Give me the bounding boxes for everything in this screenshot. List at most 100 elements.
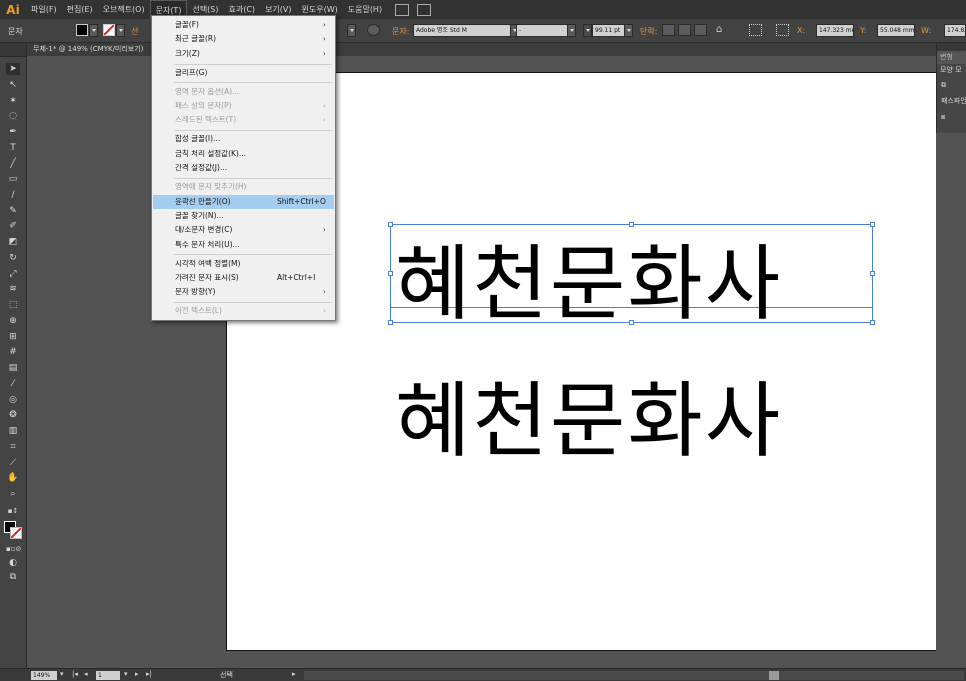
handle-middle-right[interactable] xyxy=(870,271,875,276)
handle-bottom-left[interactable] xyxy=(388,320,393,325)
menu-item-area-type-options[interactable]: 영역 문자 옵션(A)... xyxy=(153,85,334,99)
menu-file[interactable]: 파일(F) xyxy=(26,0,62,19)
last-artboard-icon[interactable]: ▸| xyxy=(146,670,152,678)
previous-artboard-icon[interactable]: ◂ xyxy=(84,670,88,678)
blend-tool-icon[interactable]: ◎ xyxy=(6,394,20,406)
font-style-dropdown[interactable] xyxy=(567,24,576,37)
menu-item-smart-punctuation[interactable]: 특수 문자 처리(U)... xyxy=(153,238,334,252)
fill-dropdown[interactable] xyxy=(89,24,98,37)
reference-point-icon[interactable] xyxy=(776,24,789,36)
stroke-dropdown[interactable] xyxy=(116,24,125,37)
menu-item-find-font[interactable]: 글꼴 찾기(N)... xyxy=(153,209,334,223)
zoom-tool-icon[interactable]: ⌕ xyxy=(6,488,20,500)
eyedropper-tool-icon[interactable]: ⁄ xyxy=(6,378,20,390)
screen-mode-icon[interactable]: ⧉ xyxy=(6,571,20,583)
selected-text-line[interactable]: 혜천문화사 xyxy=(395,217,782,336)
width-tool-icon[interactable]: ≋ xyxy=(6,283,20,295)
align-left-icon[interactable] xyxy=(662,24,675,36)
menu-item-type-orientation[interactable]: 문자 방향(Y) › xyxy=(153,285,334,299)
menu-help[interactable]: 도움말(H) xyxy=(343,0,387,19)
font-size-dropdown[interactable] xyxy=(624,24,633,37)
stroke-color-icon[interactable] xyxy=(10,527,22,539)
font-family-field[interactable]: Adobe 명조 Std M xyxy=(413,24,511,37)
menu-item-mojikumi-settings[interactable]: 간격 설정값(J)... xyxy=(153,161,334,175)
align-right-icon[interactable] xyxy=(694,24,707,36)
paragraph-label[interactable]: 단락: xyxy=(640,26,657,37)
scale-tool-icon[interactable]: ⤢ xyxy=(6,268,20,280)
next-artboard-icon[interactable]: ▸ xyxy=(135,670,139,678)
perspective-grid-tool-icon[interactable]: ⊞ xyxy=(6,331,20,343)
pencil-tool-icon[interactable]: ✎ xyxy=(6,205,20,217)
menu-item-create-outlines[interactable]: 윤곽선 만들기(O) Shift+Ctrl+O xyxy=(153,195,334,209)
menu-item-font[interactable]: 글꼴(F) › xyxy=(153,18,334,32)
pathfinder-label[interactable]: 패스파인 xyxy=(937,93,966,109)
transform-panel-tab[interactable]: 변형 xyxy=(937,51,966,64)
artboard-dropdown-icon[interactable]: ▾ xyxy=(124,670,128,678)
menu-item-show-hidden-characters[interactable]: 가려진 문자 표시(S) Alt+Ctrl+I xyxy=(153,271,334,285)
layers-icon[interactable]: ⧉ xyxy=(937,77,966,93)
tools-panel-header[interactable] xyxy=(0,43,26,57)
stroke-label[interactable]: 선 xyxy=(131,26,138,37)
zoom-field[interactable]: 149% xyxy=(31,671,57,680)
menu-item-threaded-text[interactable]: 스레드된 텍스트(T) › xyxy=(153,113,334,127)
pathfinder-icon[interactable]: ⧈ xyxy=(937,109,966,125)
direct-selection-tool-icon[interactable]: ↖ xyxy=(6,79,20,91)
line-tool-icon[interactable]: ╱ xyxy=(6,158,20,170)
artboard-tool-icon[interactable]: ⌗ xyxy=(6,441,20,453)
magic-wand-tool-icon[interactable]: ✶ xyxy=(6,95,20,107)
type-tool-icon[interactable]: T xyxy=(6,142,20,154)
rotate-tool-icon[interactable]: ↻ xyxy=(6,252,20,264)
gradient-tool-icon[interactable]: ▤ xyxy=(6,362,20,374)
menu-item-fit-headline[interactable]: 영역에 문자 맞추기(H) xyxy=(153,180,334,194)
menu-item-change-case[interactable]: 대/소문자 변경(C) › xyxy=(153,223,334,237)
free-transform-tool-icon[interactable]: ⬚ xyxy=(6,299,20,311)
outlined-text-line[interactable]: 혜천문화사 xyxy=(395,354,782,473)
menu-item-recent-fonts[interactable]: 최근 글꼴(R) › xyxy=(153,32,334,46)
menu-item-size[interactable]: 크기(Z) › xyxy=(153,47,334,61)
bridge-icon[interactable] xyxy=(395,3,410,16)
lasso-tool-icon[interactable]: ◌ xyxy=(6,110,20,122)
artboard-number-field[interactable]: 1 xyxy=(96,671,120,680)
rectangle-tool-icon[interactable]: ▭ xyxy=(6,173,20,185)
align-objects-icon[interactable] xyxy=(749,24,762,36)
arrange-documents-icon[interactable] xyxy=(417,3,432,16)
menu-item-glyphs[interactable]: 글리프(G) xyxy=(153,66,334,80)
handle-top-right[interactable] xyxy=(870,222,875,227)
menu-item-legacy-text[interactable]: 이전 텍스트(L) › xyxy=(153,304,334,318)
hand-tool-icon[interactable]: ✋ xyxy=(6,472,20,484)
handle-middle-left[interactable] xyxy=(388,271,393,276)
document-tab[interactable]: 무제-1* @ 149% (CMYK/미리보기) xyxy=(33,43,143,56)
first-artboard-icon[interactable]: |◂ xyxy=(72,670,78,678)
menu-object[interactable]: 오브젝트(O) xyxy=(98,0,150,19)
y-field[interactable]: 55.048 mm xyxy=(877,24,915,37)
char-label[interactable]: 문자: xyxy=(392,26,409,37)
font-size-field[interactable]: 99.11 pt xyxy=(592,24,625,37)
default-colors-icon[interactable]: ▪↕ xyxy=(6,505,20,517)
menu-item-composite-fonts[interactable]: 합성 글꼴(I)... xyxy=(153,132,334,146)
menu-item-kinsoku-settings[interactable]: 금칙 처리 설정값(K)... xyxy=(153,147,334,161)
zoom-dropdown-icon[interactable]: ▾ xyxy=(60,670,64,678)
shape-panel-tab[interactable]: 모양 모 xyxy=(937,64,966,77)
opacity-dropdown[interactable] xyxy=(347,24,356,37)
draw-mode-icon[interactable]: ◐ xyxy=(6,557,20,569)
color-mode-icon[interactable]: ▪▫⊘ xyxy=(6,543,21,555)
right-panel-header[interactable] xyxy=(937,43,966,51)
status-menu-icon[interactable]: ▸ xyxy=(292,670,296,678)
font-style-field[interactable]: - xyxy=(516,24,568,37)
recolor-icon[interactable] xyxy=(367,24,380,36)
handle-top-left[interactable] xyxy=(388,222,393,227)
envelope-icon[interactable]: ⌂ xyxy=(716,24,729,36)
menu-edit[interactable]: 편집(E) xyxy=(62,0,98,19)
w-field[interactable]: 174.82 xyxy=(944,24,966,37)
menu-item-optical-margin-alignment[interactable]: 시각적 여백 정렬(M) xyxy=(153,257,334,271)
horizontal-scrollbar[interactable] xyxy=(304,671,964,680)
blob-brush-tool-icon[interactable]: ✐ xyxy=(6,220,20,232)
column-graph-tool-icon[interactable]: ▥ xyxy=(6,425,20,437)
mesh-tool-icon[interactable]: # xyxy=(6,346,20,358)
shape-builder-tool-icon[interactable]: ⊕ xyxy=(6,315,20,327)
stroke-swatch[interactable] xyxy=(103,24,115,36)
fill-swatch[interactable] xyxy=(76,24,88,36)
pen-tool-icon[interactable]: ✒ xyxy=(6,126,20,138)
paintbrush-tool-icon[interactable]: ∕ xyxy=(6,189,20,201)
eraser-tool-icon[interactable]: ◩ xyxy=(6,236,20,248)
